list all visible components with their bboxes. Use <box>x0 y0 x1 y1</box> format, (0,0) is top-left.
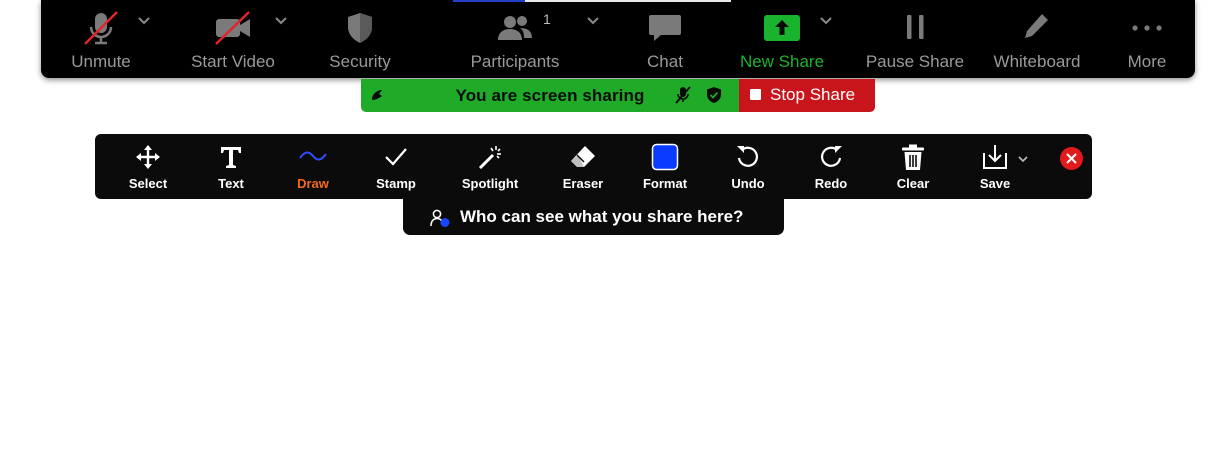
format-tool-button[interactable]: Format <box>624 134 706 199</box>
screen-sharing-banner[interactable]: You are screen sharing <box>361 79 739 112</box>
clear-label: Clear <box>896 176 930 191</box>
checkmark-icon <box>355 143 437 171</box>
pause-share-label: Pause Share <box>865 52 965 71</box>
redo-arrow-icon <box>790 143 872 171</box>
select-tool-button[interactable]: Select <box>107 134 189 199</box>
start-video-button[interactable]: Start Video <box>181 0 285 78</box>
share-screen-icon <box>762 10 802 46</box>
participants-button[interactable]: Participants <box>459 0 571 78</box>
stamp-tool-button[interactable]: Stamp <box>355 134 437 199</box>
squiggle-line-icon <box>272 143 354 171</box>
pencil-icon <box>1017 10 1057 46</box>
eraser-icon <box>542 143 624 171</box>
redo-button[interactable]: Redo <box>790 134 872 199</box>
chevron-down-icon <box>275 17 287 25</box>
muted-microphone-icon <box>81 10 121 46</box>
who-can-see-tooltip[interactable]: Who can see what you share here? <box>403 199 784 235</box>
participants-label: Participants <box>470 52 560 71</box>
draw-tool-button[interactable]: Draw <box>272 134 354 199</box>
eraser-tool-label: Eraser <box>562 176 604 191</box>
share-options-caret[interactable] <box>818 0 834 78</box>
shield-check-icon <box>707 87 721 103</box>
close-annotation-button[interactable] <box>1060 147 1083 170</box>
undo-arrow-icon <box>707 143 789 171</box>
start-video-label: Start Video <box>191 52 275 71</box>
meeting-control-bar: Unmute Start Video Security Participants… <box>41 0 1195 78</box>
shield-icon <box>340 10 380 46</box>
chat-bubble-icon <box>645 10 685 46</box>
security-label: Security <box>329 52 391 71</box>
participants-options-caret[interactable] <box>585 0 601 78</box>
more-button[interactable]: More <box>1111 0 1183 78</box>
close-icon <box>1066 153 1077 164</box>
muted-microphone-icon <box>675 86 691 104</box>
pause-share-button[interactable]: Pause Share <box>861 0 969 78</box>
draw-tool-label: Draw <box>297 176 329 191</box>
stop-share-label: Stop Share <box>770 85 856 104</box>
redo-label: Redo <box>814 176 848 191</box>
whiteboard-button[interactable]: Whiteboard <box>985 0 1089 78</box>
stop-square-icon <box>750 89 761 100</box>
trash-icon <box>872 143 954 171</box>
spotlight-tool-button[interactable]: Spotlight <box>449 134 531 199</box>
annotation-toolbar: Select Text Draw Stamp Spotlight Eraser … <box>95 134 1092 199</box>
undo-label: Undo <box>731 176 765 191</box>
audio-options-caret[interactable] <box>136 0 152 78</box>
stamp-tool-label: Stamp <box>376 176 416 191</box>
participants-icon <box>495 10 535 46</box>
save-options-caret[interactable] <box>1016 151 1030 163</box>
chevron-down-icon <box>587 17 599 25</box>
text-t-icon <box>190 143 272 171</box>
eraser-tool-button[interactable]: Eraser <box>542 134 624 199</box>
chevron-down-icon <box>1018 156 1028 163</box>
save-button[interactable]: Save <box>954 134 1036 199</box>
user-visibility-icon <box>430 209 450 227</box>
whiteboard-label: Whiteboard <box>993 52 1081 71</box>
undo-button[interactable]: Undo <box>707 134 789 199</box>
text-tool-label: Text <box>218 176 244 191</box>
spotlight-tool-label: Spotlight <box>461 176 519 191</box>
video-off-icon <box>213 10 253 46</box>
tooltip-text: Who can see what you share here? <box>460 207 744 226</box>
stop-share-button[interactable]: Stop Share <box>739 79 875 112</box>
video-options-caret[interactable] <box>273 0 289 78</box>
more-dots-icon <box>1127 10 1167 46</box>
format-tool-label: Format <box>642 176 688 191</box>
move-arrows-icon <box>107 143 189 171</box>
pause-icon <box>895 10 935 46</box>
select-tool-label: Select <box>128 176 168 191</box>
unmute-button[interactable]: Unmute <box>59 0 143 78</box>
chat-label: Chat <box>647 52 683 71</box>
security-button[interactable]: Security <box>315 0 405 78</box>
chevron-down-icon <box>820 17 832 25</box>
unmute-label: Unmute <box>71 52 131 71</box>
clear-button[interactable]: Clear <box>872 134 954 199</box>
text-tool-button[interactable]: Text <box>190 134 272 199</box>
chevron-down-icon <box>138 17 150 25</box>
magic-wand-icon <box>449 143 531 171</box>
more-label: More <box>1127 52 1167 71</box>
color-swatch-icon <box>624 143 706 171</box>
chat-button[interactable]: Chat <box>625 0 705 78</box>
participants-count: 1 <box>543 11 551 27</box>
save-label: Save <box>979 176 1011 191</box>
